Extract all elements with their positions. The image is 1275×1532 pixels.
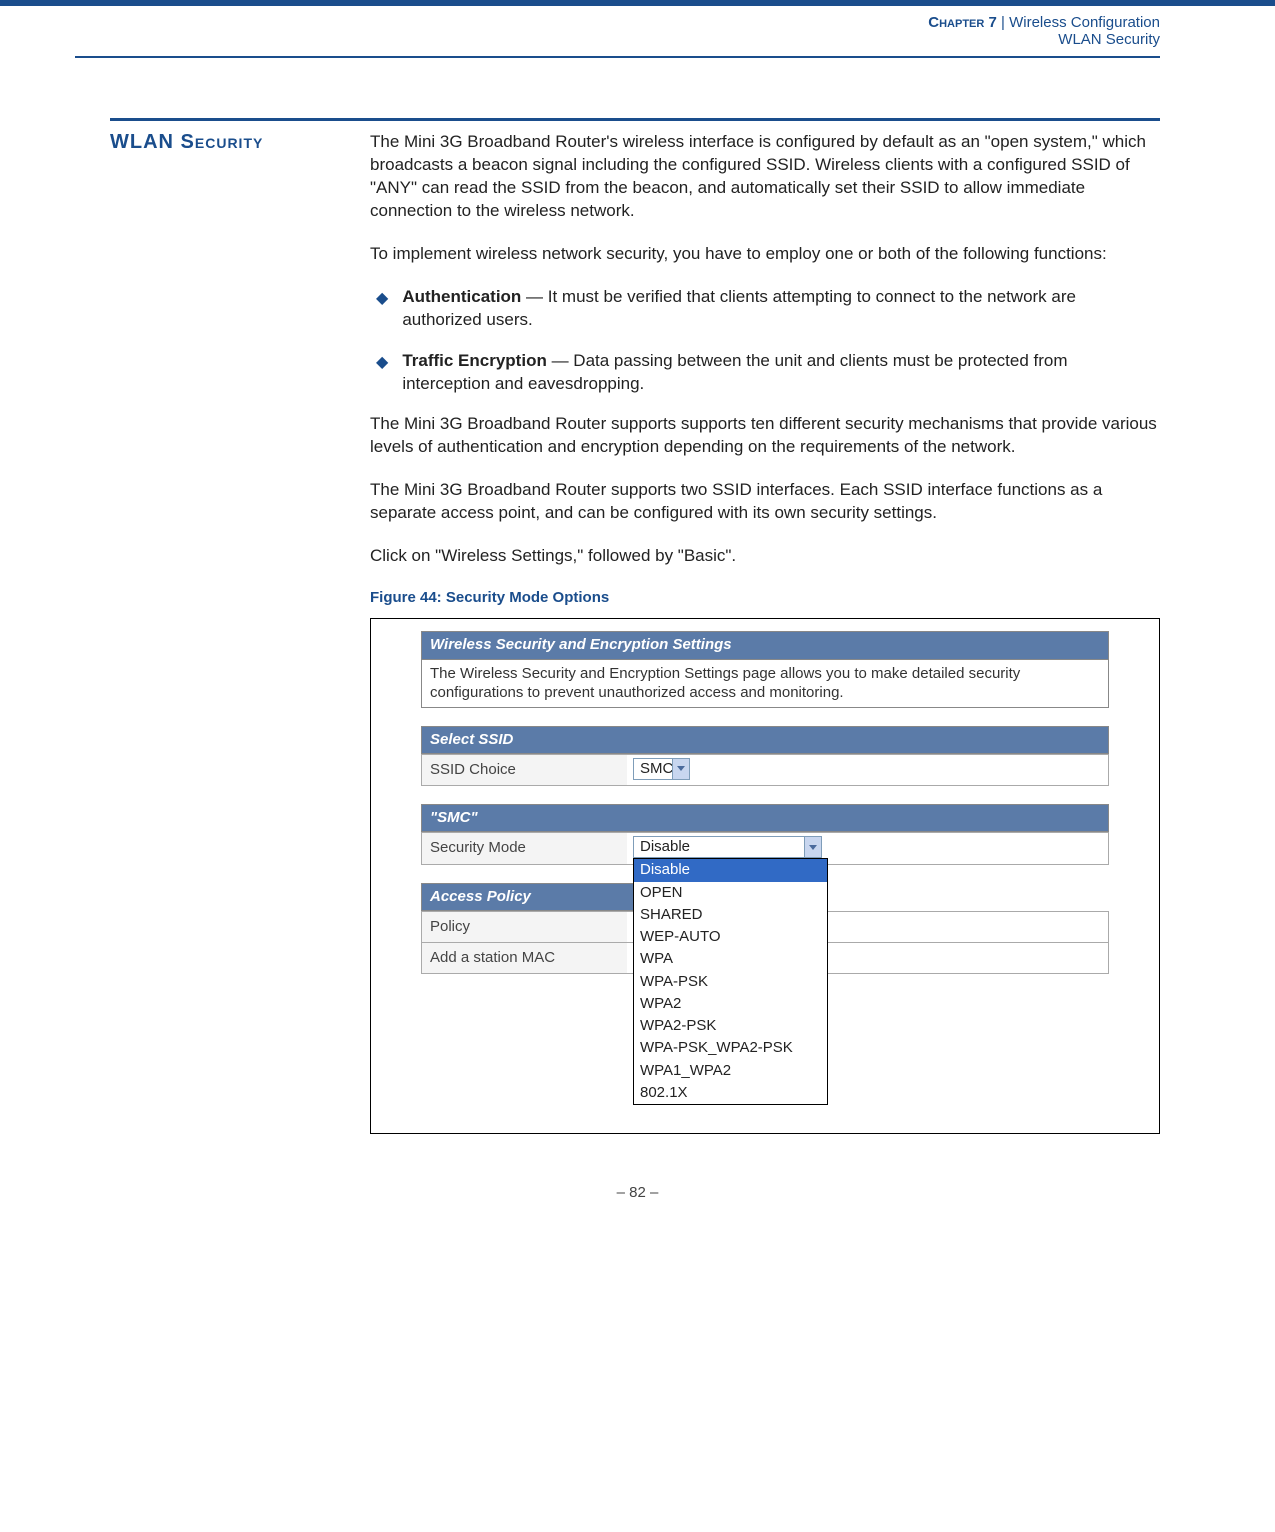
panel-desc-wireless-security: The Wireless Security and Encryption Set…: [421, 660, 1109, 708]
label-security-mode: Security Mode: [422, 833, 627, 863]
chapter-subtitle: WLAN Security: [0, 31, 1160, 48]
section-title: WLAN Security: [110, 131, 370, 154]
para-intro-2: To implement wireless network security, …: [370, 243, 1160, 266]
label-add-station-mac: Add a station MAC: [422, 943, 627, 973]
figure-screenshot: Wireless Security and Encryption Setting…: [370, 618, 1160, 1133]
diamond-icon: ◆: [376, 288, 388, 310]
bullet-text: Authentication — It must be verified tha…: [402, 286, 1160, 332]
diamond-icon: ◆: [376, 352, 388, 374]
option-wpa2-psk[interactable]: WPA2-PSK: [634, 1015, 827, 1037]
para-click-instruction: Click on "Wireless Settings," followed b…: [370, 545, 1160, 568]
chapter-header: Chapter 7 | Wireless Configuration WLAN …: [0, 6, 1275, 56]
row-ssid-choice: SSID Choice SMC: [421, 754, 1109, 786]
chapter-title: Wireless Configuration: [1009, 14, 1160, 31]
option-wpa[interactable]: WPA: [634, 948, 827, 970]
option-wpa2[interactable]: WPA2: [634, 993, 827, 1015]
option-shared[interactable]: SHARED: [634, 904, 827, 926]
bullet-authentication: ◆ Authentication — It must be verified t…: [376, 286, 1160, 332]
para-intro-1: The Mini 3G Broadband Router's wireless …: [370, 131, 1160, 223]
select-security-mode[interactable]: Disable: [633, 836, 822, 858]
option-wpa-psk[interactable]: WPA-PSK: [634, 971, 827, 993]
figure-label: Figure 44: Security Mode Options: [370, 588, 1160, 608]
header-separator: |: [997, 14, 1009, 31]
panel-header-select-ssid: Select SSID: [421, 726, 1109, 754]
option-wep-auto[interactable]: WEP-AUTO: [634, 926, 827, 948]
para-mechanisms: The Mini 3G Broadband Router supports su…: [370, 413, 1160, 459]
select-ssid-choice[interactable]: SMC: [633, 758, 690, 780]
option-wpa1-wpa2[interactable]: WPA1_WPA2: [634, 1060, 827, 1082]
chevron-down-icon: [804, 837, 821, 857]
section-rule: [110, 118, 1160, 121]
chapter-label: Chapter 7: [928, 14, 997, 31]
row-security-mode: Security Mode Disable Disable OPEN SHARE…: [421, 832, 1109, 864]
option-8021x[interactable]: 802.1X: [634, 1082, 827, 1104]
panel-header-wireless-security: Wireless Security and Encryption Setting…: [421, 631, 1109, 659]
label-ssid-choice: SSID Choice: [422, 755, 627, 785]
page-number: – 82 –: [0, 1134, 1275, 1231]
label-policy: Policy: [422, 912, 627, 942]
dropdown-security-mode[interactable]: Disable OPEN SHARED WEP-AUTO WPA WPA-PSK…: [633, 858, 828, 1105]
para-ssid-interfaces: The Mini 3G Broadband Router supports tw…: [370, 479, 1160, 525]
body-column: The Mini 3G Broadband Router's wireless …: [370, 131, 1160, 1134]
option-open[interactable]: OPEN: [634, 882, 827, 904]
option-disable[interactable]: Disable: [634, 859, 827, 881]
chevron-down-icon: [672, 759, 689, 779]
bullet-traffic-encryption: ◆ Traffic Encryption — Data passing betw…: [376, 350, 1160, 396]
bullet-text: Traffic Encryption — Data passing betwee…: [402, 350, 1160, 396]
panel-header-smc: "SMC": [421, 804, 1109, 832]
option-wpa-psk-wpa2-psk[interactable]: WPA-PSK_WPA2-PSK: [634, 1037, 827, 1059]
